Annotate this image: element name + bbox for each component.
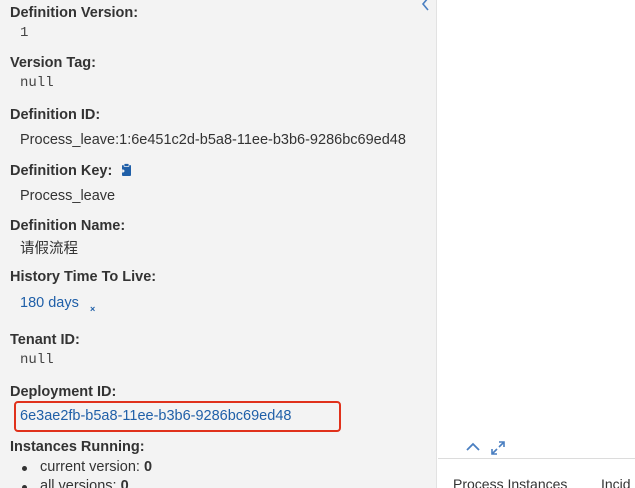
definition-version-value: 1 <box>20 25 29 41</box>
diagram-panel <box>438 0 635 488</box>
list-item: current version: 0 <box>20 459 152 478</box>
edit-ttl-icon[interactable]: × <box>90 305 98 314</box>
definition-key-label: Definition Key: <box>10 163 132 179</box>
definition-name-value: 请假流程 <box>20 241 78 257</box>
history-ttl-label: History Time To Live: <box>10 269 157 285</box>
definition-key-value: Process_leave <box>20 188 116 204</box>
scroll-up-button[interactable] <box>466 440 480 454</box>
deployment-id-highlight <box>14 401 341 432</box>
instances-running-list: current version: 0 all versions: 0 <box>20 459 152 488</box>
tenant-id-value: null <box>20 352 54 368</box>
clipboard-icon[interactable] <box>120 163 132 177</box>
collapse-sidebar-button[interactable] <box>421 0 435 11</box>
chevron-up-icon <box>466 442 480 451</box>
tenant-id-label: Tenant ID: <box>10 332 80 348</box>
definition-name-label: Definition Name: <box>10 218 126 234</box>
version-tag-value: null <box>20 75 54 91</box>
all-versions-count: 0 <box>120 478 129 488</box>
history-ttl-value[interactable]: 180 days <box>20 295 79 311</box>
definition-id-value: Process_leave:1:6e451c2d-b5a8-11ee-b3b6-… <box>20 132 406 148</box>
version-tag-label: Version Tag: <box>10 55 96 71</box>
bottom-tabs: Process Instances Incid <box>438 458 635 488</box>
definition-id-label: Definition ID: <box>10 107 101 123</box>
definition-version-label: Definition Version: <box>10 5 139 21</box>
current-version-count: 0 <box>143 459 153 475</box>
process-definition-details-panel: Definition Version: 1 Version Tag: null … <box>0 0 437 488</box>
tab-incidents[interactable]: Incid <box>601 476 631 488</box>
tab-process-instances[interactable]: Process Instances <box>453 476 567 488</box>
deployment-id-label: Deployment ID: <box>10 384 117 400</box>
list-item: all versions: 0 <box>20 478 152 488</box>
expand-button[interactable] <box>490 440 506 456</box>
instances-running-label: Instances Running: <box>10 439 145 455</box>
chevron-left-icon <box>421 0 429 11</box>
definition-key-label-text: Definition Key: <box>10 163 113 179</box>
expand-icon <box>491 441 505 455</box>
